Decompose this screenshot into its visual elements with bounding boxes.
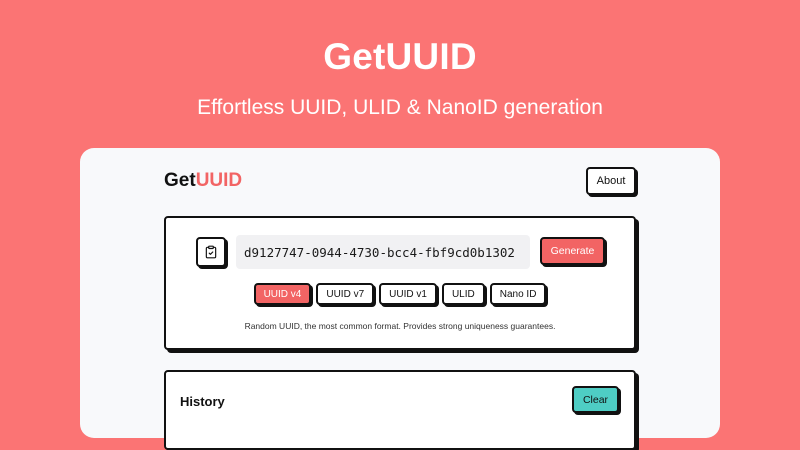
clipboard-icon — [205, 245, 217, 259]
about-button[interactable]: About — [586, 167, 636, 195]
app-window: GetUUID About d9127747-0944-4730-bcc4-fb… — [80, 148, 720, 450]
history-title: History — [180, 394, 225, 409]
format-ulid-button[interactable]: ULID — [441, 283, 485, 305]
format-nanoid-button[interactable]: Nano ID — [489, 283, 547, 305]
format-uuid-v1-button[interactable]: UUID v1 — [379, 283, 437, 305]
copy-button[interactable] — [196, 237, 226, 267]
format-uuid-v4-button[interactable]: UUID v4 — [253, 283, 312, 305]
format-description: Random UUID, the most common format. Pro… — [244, 321, 556, 331]
hero-title: GetUUID — [323, 36, 477, 77]
hero-subtitle: Effortless UUID, ULID & NanoID generatio… — [197, 96, 603, 119]
uuid-output-field[interactable]: d9127747-0944-4730-bcc4-fbf9cd0b1302 — [236, 235, 530, 269]
generator-card: d9127747-0944-4730-bcc4-fbf9cd0b1302 Gen… — [164, 216, 636, 350]
brand-prefix: Get — [164, 170, 196, 191]
format-selector: UUID v4 UUID v7 UUID v1 ULID Nano ID — [166, 283, 634, 305]
app-logo[interactable]: GetUUID — [164, 170, 242, 192]
brand-accent: UUID — [195, 170, 243, 191]
format-uuid-v7-button[interactable]: UUID v7 — [316, 283, 375, 305]
history-card: History Clear — [164, 370, 636, 450]
clear-history-button[interactable]: Clear — [572, 386, 619, 413]
generate-button[interactable]: Generate — [540, 237, 605, 265]
